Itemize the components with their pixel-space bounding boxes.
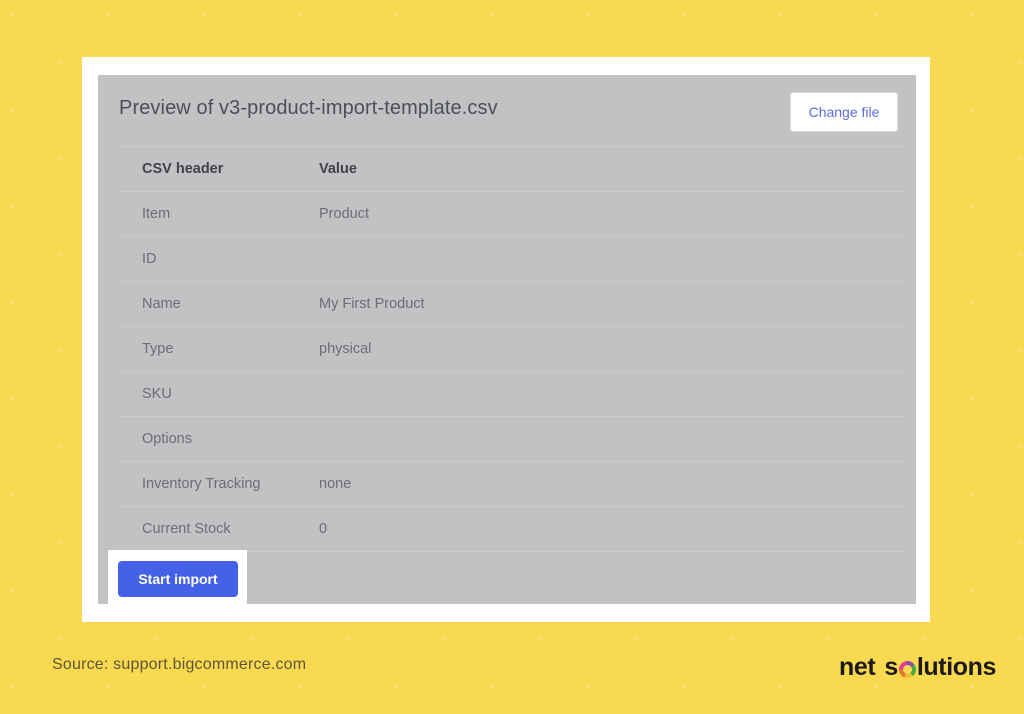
app-screenshot: Preview of v3-product-import-template.cs… (98, 75, 916, 604)
logo-word-lutions: lutions (916, 652, 997, 681)
row-key: SKU (142, 386, 172, 402)
colored-ring-icon (898, 660, 916, 678)
table-row: SKU (119, 372, 905, 417)
table-row: Type physical (119, 327, 905, 372)
screenshot-frame: Preview of v3-product-import-template.cs… (82, 57, 930, 622)
row-value: 0 (319, 521, 328, 537)
change-file-button[interactable]: Change file (790, 92, 898, 132)
row-key: Type (142, 341, 174, 357)
csv-preview-table: CSV header Value Item Product ID Name My… (119, 146, 905, 552)
row-value: Product (319, 206, 369, 222)
start-import-button[interactable]: Start import (118, 561, 238, 597)
panel-header: Preview of v3-product-import-template.cs… (98, 75, 916, 146)
page-title: Preview of v3-product-import-template.cs… (119, 97, 498, 119)
row-value: My First Product (319, 296, 425, 312)
column-header-csv-header: CSV header (142, 161, 224, 177)
source-caption: Source: support.bigcommerce.com (52, 656, 307, 673)
table-row: Options (119, 417, 905, 462)
row-value: none (319, 476, 352, 492)
row-value: physical (319, 341, 372, 357)
table-row: Item Product (119, 192, 905, 237)
logo-letter-s: s (884, 652, 898, 681)
row-key: Name (142, 296, 181, 312)
row-key: Item (142, 206, 171, 222)
column-header-value: Value (319, 161, 357, 177)
row-key: Inventory Tracking (142, 476, 261, 492)
highlight-annotation: Start import (108, 550, 247, 604)
action-area: Start import (98, 545, 916, 604)
table-header-row: CSV header Value (119, 146, 905, 192)
row-key: Current Stock (142, 521, 231, 537)
logo-word-net: net (839, 652, 876, 681)
table-row: Inventory Tracking none (119, 462, 905, 507)
row-key: Options (142, 431, 192, 447)
table-row: Name My First Product (119, 282, 905, 327)
row-key: ID (142, 251, 157, 267)
net-solutions-logo: net s lutions (839, 652, 996, 682)
table-row: ID (119, 237, 905, 282)
